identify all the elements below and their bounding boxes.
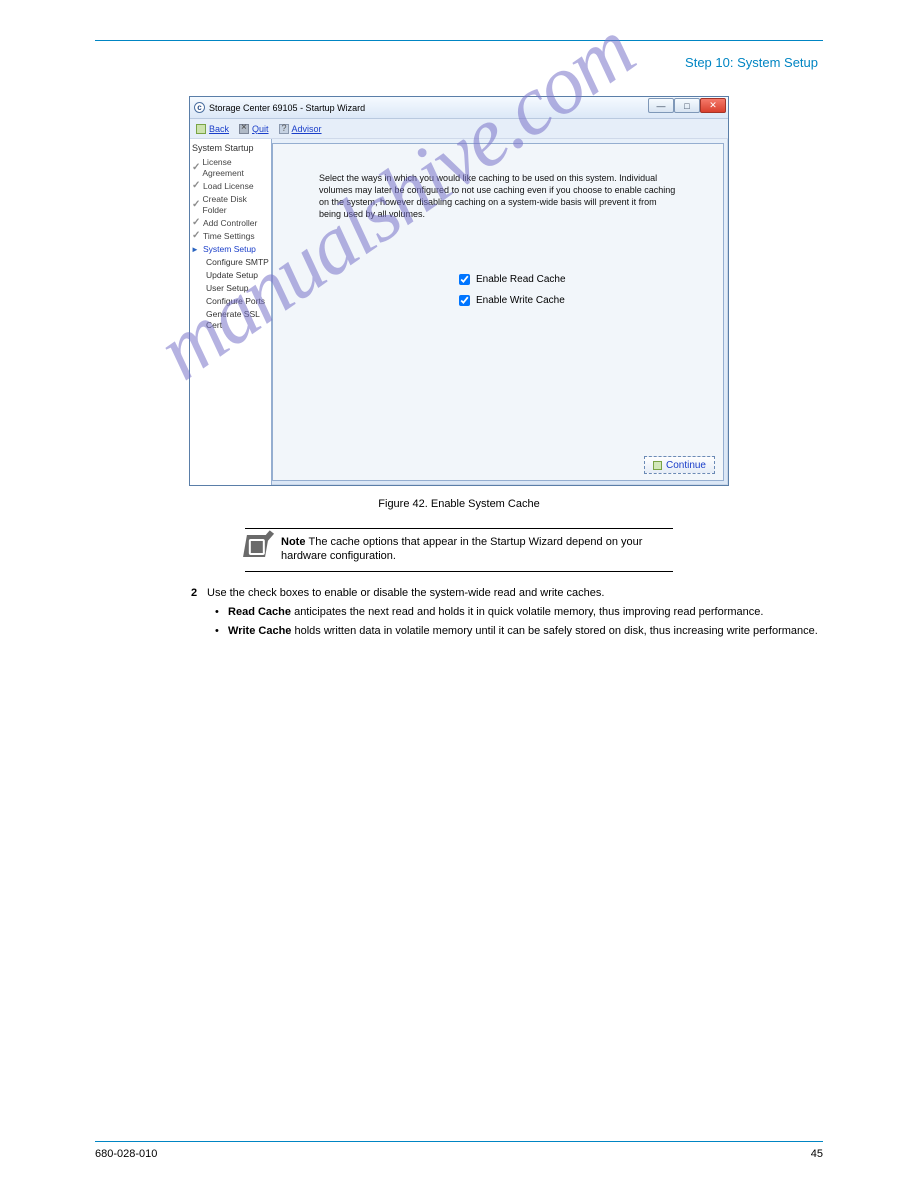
- checkmark-icon: [192, 183, 200, 190]
- footer-pagenum: 45: [811, 1148, 823, 1160]
- write-cache-checkbox[interactable]: [459, 295, 470, 306]
- sidebar-item[interactable]: Load License: [192, 181, 269, 192]
- sidebar-item-active[interactable]: System Setup: [192, 244, 269, 255]
- top-divider: [95, 40, 823, 41]
- note-block: Note The cache options that appear in th…: [245, 528, 673, 572]
- sidebar-item[interactable]: Add Controller: [192, 218, 269, 229]
- enable-write-cache[interactable]: Enable Write Cache: [459, 295, 677, 306]
- header-section-title: Step 10: System Setup: [685, 55, 818, 70]
- quit-link[interactable]: Quit: [239, 124, 269, 134]
- close-button[interactable]: ✕: [700, 98, 726, 113]
- read-cache-checkbox[interactable]: [459, 274, 470, 285]
- titlebar: c Storage Center 69105 - Startup Wizard …: [190, 97, 728, 119]
- back-link[interactable]: Back: [196, 124, 229, 134]
- checkmark-icon: [192, 202, 200, 209]
- sidebar-item[interactable]: License Agreement: [192, 157, 269, 179]
- step-lead: Use the check boxes to enable or disable…: [207, 587, 604, 599]
- sidebar-subitem[interactable]: Configure SMTP: [206, 257, 269, 268]
- read-cache-label: Enable Read Cache: [476, 274, 566, 285]
- sidebar-subitem[interactable]: Configure Ports: [206, 296, 269, 307]
- step-number: 2: [191, 586, 207, 601]
- maximize-button[interactable]: □: [674, 98, 700, 113]
- wizard-window: c Storage Center 69105 - Startup Wizard …: [189, 96, 729, 486]
- minimize-button[interactable]: —: [648, 98, 674, 113]
- window-title: Storage Center 69105 - Startup Wizard: [209, 103, 365, 113]
- current-arrow-icon: [192, 246, 200, 253]
- enable-read-cache[interactable]: Enable Read Cache: [459, 274, 677, 285]
- quit-icon: [239, 124, 249, 134]
- cache-description: Select the ways in which you would like …: [319, 172, 677, 220]
- checkmark-icon: [192, 233, 200, 240]
- back-icon: [196, 124, 206, 134]
- continue-button[interactable]: Continue: [644, 456, 715, 474]
- app-icon: c: [194, 102, 205, 113]
- footer-divider: [95, 1141, 823, 1142]
- wizard-content: Select the ways in which you would like …: [272, 143, 724, 481]
- step-sub1: • Read Cache anticipates the next read a…: [215, 605, 823, 620]
- sidebar-item[interactable]: Time Settings: [192, 231, 269, 242]
- sidebar-item[interactable]: Create Disk Folder: [192, 194, 269, 216]
- sidebar-subitem[interactable]: User Setup: [206, 283, 269, 294]
- wizard-toolbar: Back Quit Advisor: [190, 119, 728, 139]
- advisor-link[interactable]: Advisor: [279, 124, 322, 134]
- note-text: Note The cache options that appear in th…: [281, 535, 673, 563]
- sidebar-heading: System Startup: [192, 143, 269, 153]
- step-sub2: • Write Cache holds written data in vola…: [215, 624, 823, 639]
- page-footer: 680-028-010 45: [0, 1141, 918, 1160]
- advisor-icon: [279, 124, 289, 134]
- checkmark-icon: [192, 220, 200, 227]
- instruction-step: 2Use the check boxes to enable or disabl…: [191, 586, 823, 639]
- wizard-sidebar: System Startup License Agreement Load Li…: [190, 139, 272, 485]
- checkmark-icon: [192, 165, 199, 172]
- sidebar-subitem[interactable]: Generate SSL Cert: [206, 309, 269, 331]
- write-cache-label: Enable Write Cache: [476, 295, 565, 306]
- footer-docnum: 680-028-010: [95, 1148, 157, 1160]
- continue-icon: [653, 461, 662, 470]
- sidebar-subitem[interactable]: Update Setup: [206, 270, 269, 281]
- note-icon: [243, 535, 269, 557]
- figure-caption: Figure 42. Enable System Cache: [95, 498, 823, 510]
